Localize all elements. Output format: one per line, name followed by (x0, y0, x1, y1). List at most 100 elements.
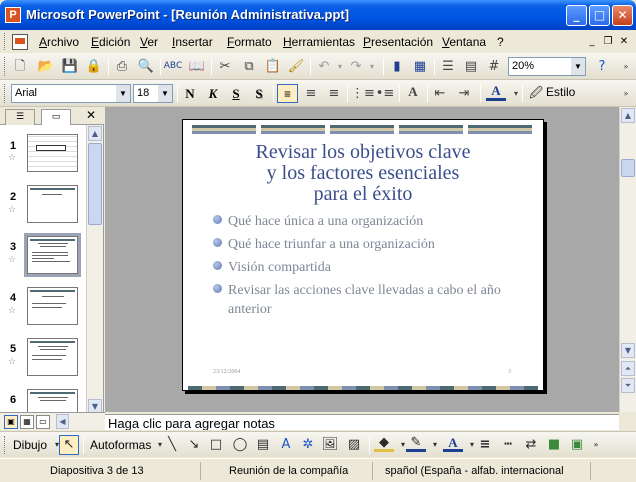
bold-button[interactable]: N (180, 84, 200, 103)
normal-view-icon[interactable]: ▣ (4, 415, 18, 429)
dash-style-icon[interactable]: ┅ (498, 436, 518, 454)
scroll-left-icon[interactable]: ◀ (56, 414, 69, 429)
insert-table-icon[interactable]: ▦ (410, 57, 430, 76)
menu-herramientas[interactable]: Herramientas (283, 35, 355, 49)
color-grayscale-icon[interactable]: ▤ (461, 57, 481, 76)
slide-thumbnail-selected[interactable] (24, 233, 81, 277)
close-button[interactable]: ✕ (612, 5, 633, 26)
paste-icon[interactable]: 📋 (263, 57, 283, 76)
format-painter-icon[interactable]: 🖌 (286, 57, 306, 76)
new-icon[interactable]: 🗋 (10, 57, 30, 76)
expand-all-icon[interactable]: ☰ (438, 57, 458, 76)
bullet-item[interactable]: Qué hace única a una organización (213, 212, 523, 231)
shadow-button[interactable]: S (249, 84, 269, 103)
3d-style-icon[interactable]: ▣ (567, 436, 587, 454)
font-select[interactable]: Arial ▼ (11, 84, 131, 103)
zoom-select[interactable]: 20% ▼ (508, 57, 586, 76)
menu-ventana[interactable]: Ventana (442, 35, 486, 49)
slide-thumbnail[interactable] (27, 338, 78, 376)
close-panel-icon[interactable]: ✕ (86, 108, 96, 122)
scroll-thumb[interactable] (88, 143, 102, 225)
draw-menu-button[interactable]: Dibujo (13, 438, 47, 452)
align-center-icon[interactable]: ≡ (301, 84, 321, 103)
line-color-icon[interactable]: ✎ (406, 436, 426, 452)
slideshow-view-icon[interactable]: ▭ (36, 415, 50, 429)
slide-sorter-view-icon[interactable]: ▦ (20, 415, 34, 429)
copy-icon[interactable]: ⧉ (239, 57, 259, 76)
doc-restore-icon[interactable]: ❐ (601, 35, 615, 48)
slide-thumbnail[interactable] (27, 185, 78, 223)
thumbnail-scrollbar[interactable]: ▲ ▼ (86, 125, 103, 417)
scroll-down-icon[interactable]: ▼ (621, 343, 635, 358)
font-color-icon[interactable]: A (443, 436, 463, 452)
align-left-icon[interactable]: ≡ (277, 84, 298, 103)
outline-tab-icon[interactable]: ☰ (5, 109, 35, 125)
underline-button[interactable]: S (226, 84, 246, 103)
bullet-item[interactable]: Visión compartida (213, 258, 523, 277)
insert-chart-icon[interactable]: ▮ (387, 57, 407, 76)
previous-slide-icon[interactable]: ⏶ (621, 361, 635, 376)
numbering-icon[interactable]: ⋮≡ (351, 84, 375, 103)
slides-tab-icon[interactable]: ▭ (41, 109, 71, 125)
toolbar-options-icon[interactable]: » (620, 84, 632, 103)
toolbar-grip[interactable] (4, 436, 7, 454)
increase-font-icon[interactable]: A (403, 84, 423, 103)
scroll-up-icon[interactable]: ▲ (88, 126, 102, 141)
menu-formato[interactable]: Formato (227, 35, 272, 49)
slide-design-icon[interactable]: 🖉 (526, 84, 546, 103)
print-preview-icon[interactable]: 🔍 (136, 57, 156, 76)
slide-scrollbar[interactable]: ▲ ▼ ⏶ ⏷ (619, 107, 636, 412)
font-size-select[interactable]: 18 ▼ (133, 84, 173, 103)
menu-help[interactable]: ? (497, 35, 504, 49)
autoshapes-menu-button[interactable]: Autoformas (90, 438, 151, 452)
arrow-style-icon[interactable]: ⇄ (521, 436, 541, 454)
decrease-indent-icon[interactable]: ⇤ (430, 84, 450, 103)
chevron-down-icon[interactable]: ▼ (158, 85, 172, 102)
menu-edicion[interactable]: Edición (91, 35, 130, 49)
bullet-item[interactable]: Revisar las acciones clave llevadas a ca… (213, 281, 523, 319)
slide-thumbnail[interactable] (27, 134, 78, 172)
doc-close-icon[interactable]: ✕ (617, 35, 631, 48)
menu-presentacion[interactable]: Presentación (363, 35, 433, 49)
print-icon[interactable]: ⎙ (112, 57, 132, 76)
document-icon[interactable] (12, 34, 28, 50)
bullets-icon[interactable]: •≡ (375, 84, 395, 103)
show-grid-icon[interactable]: # (484, 57, 504, 76)
permission-icon[interactable]: 🔒 (84, 57, 104, 76)
cut-icon[interactable]: ✂ (215, 57, 235, 76)
toolbar-options-icon[interactable]: » (590, 436, 602, 454)
rectangle-icon[interactable]: □ (206, 436, 226, 454)
chevron-down-icon[interactable]: ▼ (571, 58, 585, 75)
align-right-icon[interactable]: ≡ (324, 84, 344, 103)
text-box-icon[interactable]: ▤ (253, 436, 273, 454)
fill-color-icon[interactable]: ◆ (374, 436, 394, 452)
current-slide[interactable]: Revisar los objetivos clave y los factor… (182, 119, 544, 391)
style-label[interactable]: Estilo (546, 85, 575, 99)
chevron-down-icon[interactable]: ▾ (506, 84, 526, 103)
toolbar-grip[interactable] (4, 57, 7, 76)
menu-ver[interactable]: Ver (140, 35, 158, 49)
italic-button[interactable]: K (203, 84, 223, 103)
menu-insertar[interactable]: Insertar (172, 35, 213, 49)
status-language[interactable]: spañol (España - alfab. internacional (385, 462, 585, 480)
scroll-thumb[interactable] (621, 159, 635, 177)
menu-grip[interactable] (4, 33, 7, 50)
maximize-button[interactable]: □ (589, 5, 610, 26)
bullet-item[interactable]: Qué hace triunfar a una organización (213, 235, 523, 254)
toolbar-options-icon[interactable]: » (620, 57, 632, 76)
doc-minimize-icon[interactable]: _ (585, 35, 599, 48)
line-icon[interactable]: ╲ (162, 436, 182, 454)
oval-icon[interactable]: ◯ (230, 436, 250, 454)
menu-archivo[interactable]: Archivo (39, 35, 79, 49)
line-style-icon[interactable]: ≡ (475, 436, 495, 454)
picture-icon[interactable]: ▨ (344, 436, 364, 454)
shadow-style-icon[interactable]: ■ (544, 436, 564, 454)
clip-art-icon[interactable]: 🖼 (320, 436, 340, 454)
open-icon[interactable]: 📂 (36, 57, 56, 76)
save-icon[interactable]: 💾 (60, 57, 80, 76)
scroll-up-icon[interactable]: ▲ (621, 108, 635, 123)
diagram-icon[interactable]: ✲ (298, 436, 318, 454)
toolbar-grip[interactable] (4, 84, 7, 103)
increase-indent-icon[interactable]: ⇥ (454, 84, 474, 103)
chevron-down-icon[interactable]: ▾ (425, 436, 445, 454)
